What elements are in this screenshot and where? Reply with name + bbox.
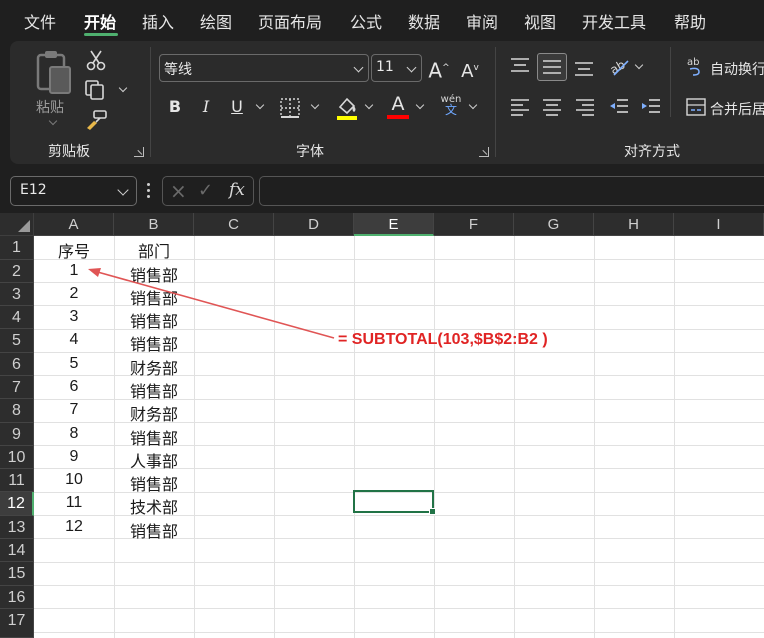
font-color-button[interactable]: A: [385, 91, 411, 119]
paste-label: 粘贴: [36, 100, 64, 116]
underline-button[interactable]: U: [224, 94, 250, 120]
name-box[interactable]: E12: [10, 176, 137, 206]
font-name-value: 等线: [164, 62, 192, 78]
highlight-swatch: [337, 116, 357, 120]
orientation-icon[interactable]: ab: [608, 55, 632, 77]
border-dropdown-icon[interactable]: [310, 100, 320, 110]
copy-icon[interactable]: [84, 79, 106, 101]
active-tab-indicator: [84, 33, 118, 36]
chevron-down-icon: [117, 184, 129, 196]
decrease-indent-icon[interactable]: [608, 96, 630, 118]
alignment-group-label: 对齐方式: [624, 144, 680, 160]
paste-dropdown-icon: [48, 116, 58, 126]
clipboard-launcher-icon[interactable]: [134, 147, 144, 157]
grow-font-button[interactable]: A^: [426, 55, 452, 83]
align-right-icon[interactable]: [574, 96, 596, 118]
font-color-dropdown-icon[interactable]: [415, 100, 425, 110]
menu-help[interactable]: 帮助: [674, 9, 706, 33]
font-group-label: 字体: [296, 144, 324, 160]
font-size-value: 11: [376, 59, 394, 75]
align-left-icon[interactable]: [509, 96, 531, 118]
spreadsheet-grid: A B C D E F G H I 1 2 3 4 5 6 7 8 9 10 1…: [0, 213, 764, 638]
align-top-icon[interactable]: [509, 55, 531, 77]
name-box-value: E12: [20, 182, 47, 198]
chevron-down-icon: [406, 62, 417, 73]
formula-input[interactable]: [259, 176, 764, 206]
clipboard-group-label: 剪贴板: [48, 144, 90, 160]
increase-indent-icon[interactable]: [640, 96, 662, 118]
merge-center-icon[interactable]: [686, 97, 706, 117]
font-size-select[interactable]: 11: [371, 54, 422, 82]
align-middle-button[interactable]: [537, 53, 567, 81]
fill-color-icon[interactable]: [335, 95, 359, 121]
cancel-icon[interactable]: ×: [170, 179, 187, 203]
menu-developer[interactable]: 开发工具: [582, 9, 646, 33]
phonetic-dropdown-icon[interactable]: [468, 100, 478, 110]
paste-icon: [36, 51, 71, 94]
shrink-font-button[interactable]: Av: [457, 55, 483, 82]
wrap-text-icon[interactable]: ab: [687, 55, 707, 77]
wrap-text-button[interactable]: 自动换行: [710, 59, 764, 79]
svg-text:ab: ab: [608, 57, 628, 77]
phonetic-bottom: 文: [444, 103, 457, 117]
annotation-arrow-icon: [88, 268, 335, 339]
menu-file[interactable]: 文件: [24, 9, 56, 33]
align-bottom-icon[interactable]: [573, 57, 595, 79]
font-color-swatch: [387, 115, 409, 119]
menu-review[interactable]: 审阅: [466, 9, 498, 33]
menu-data[interactable]: 数据: [408, 9, 440, 33]
formula-bar-grip-icon[interactable]: [147, 183, 150, 199]
phonetic-button[interactable]: wén 文: [438, 94, 464, 122]
cut-icon[interactable]: [86, 49, 106, 71]
merge-center-button[interactable]: 合并后居: [710, 99, 764, 119]
align-center-icon[interactable]: [541, 96, 563, 118]
menu-draw[interactable]: 绘图: [200, 9, 232, 33]
copy-dropdown-icon[interactable]: [118, 83, 128, 93]
align-middle-icon: [543, 60, 561, 74]
ribbon: 粘贴 剪贴板 等线 11 A^ Av B I U A wén 文 字体 ab a…: [10, 41, 764, 164]
chevron-down-icon: [353, 62, 364, 73]
font-color-icon: A: [391, 93, 405, 115]
formula-annotation: = SUBTOTAL(103,$B$2:B2 ): [338, 331, 548, 348]
format-painter-icon[interactable]: [84, 109, 108, 131]
fill-color-dropdown-icon[interactable]: [364, 100, 374, 110]
menu-insert[interactable]: 插入: [142, 9, 174, 33]
menu-bar: 文件 开始 插入 绘图 页面布局 公式 数据 审阅 视图 开发工具 帮助: [0, 0, 764, 40]
paste-button[interactable]: 粘贴: [32, 47, 76, 133]
underline-dropdown-icon[interactable]: [255, 100, 265, 110]
group-divider: [495, 47, 496, 157]
font-name-select[interactable]: 等线: [159, 54, 369, 82]
menu-formulas[interactable]: 公式: [350, 9, 382, 33]
font-launcher-icon[interactable]: [479, 147, 489, 157]
insert-function-button[interactable]: fx: [229, 180, 245, 200]
group-divider: [670, 47, 671, 117]
bold-button[interactable]: B: [162, 94, 188, 120]
italic-button[interactable]: I: [193, 94, 219, 120]
menu-home[interactable]: 开始: [84, 9, 116, 33]
shrink-font-icon: A: [461, 61, 474, 82]
border-icon[interactable]: [279, 97, 301, 119]
menu-page-layout[interactable]: 页面布局: [258, 9, 322, 33]
formula-buttons: × ✓ fx: [162, 176, 254, 206]
orientation-dropdown-icon[interactable]: [634, 60, 644, 70]
group-divider: [150, 47, 151, 157]
menu-view[interactable]: 视图: [524, 9, 556, 33]
enter-icon[interactable]: ✓: [198, 180, 213, 201]
svg-text:ab: ab: [687, 57, 699, 68]
grow-font-icon: A: [428, 58, 443, 83]
